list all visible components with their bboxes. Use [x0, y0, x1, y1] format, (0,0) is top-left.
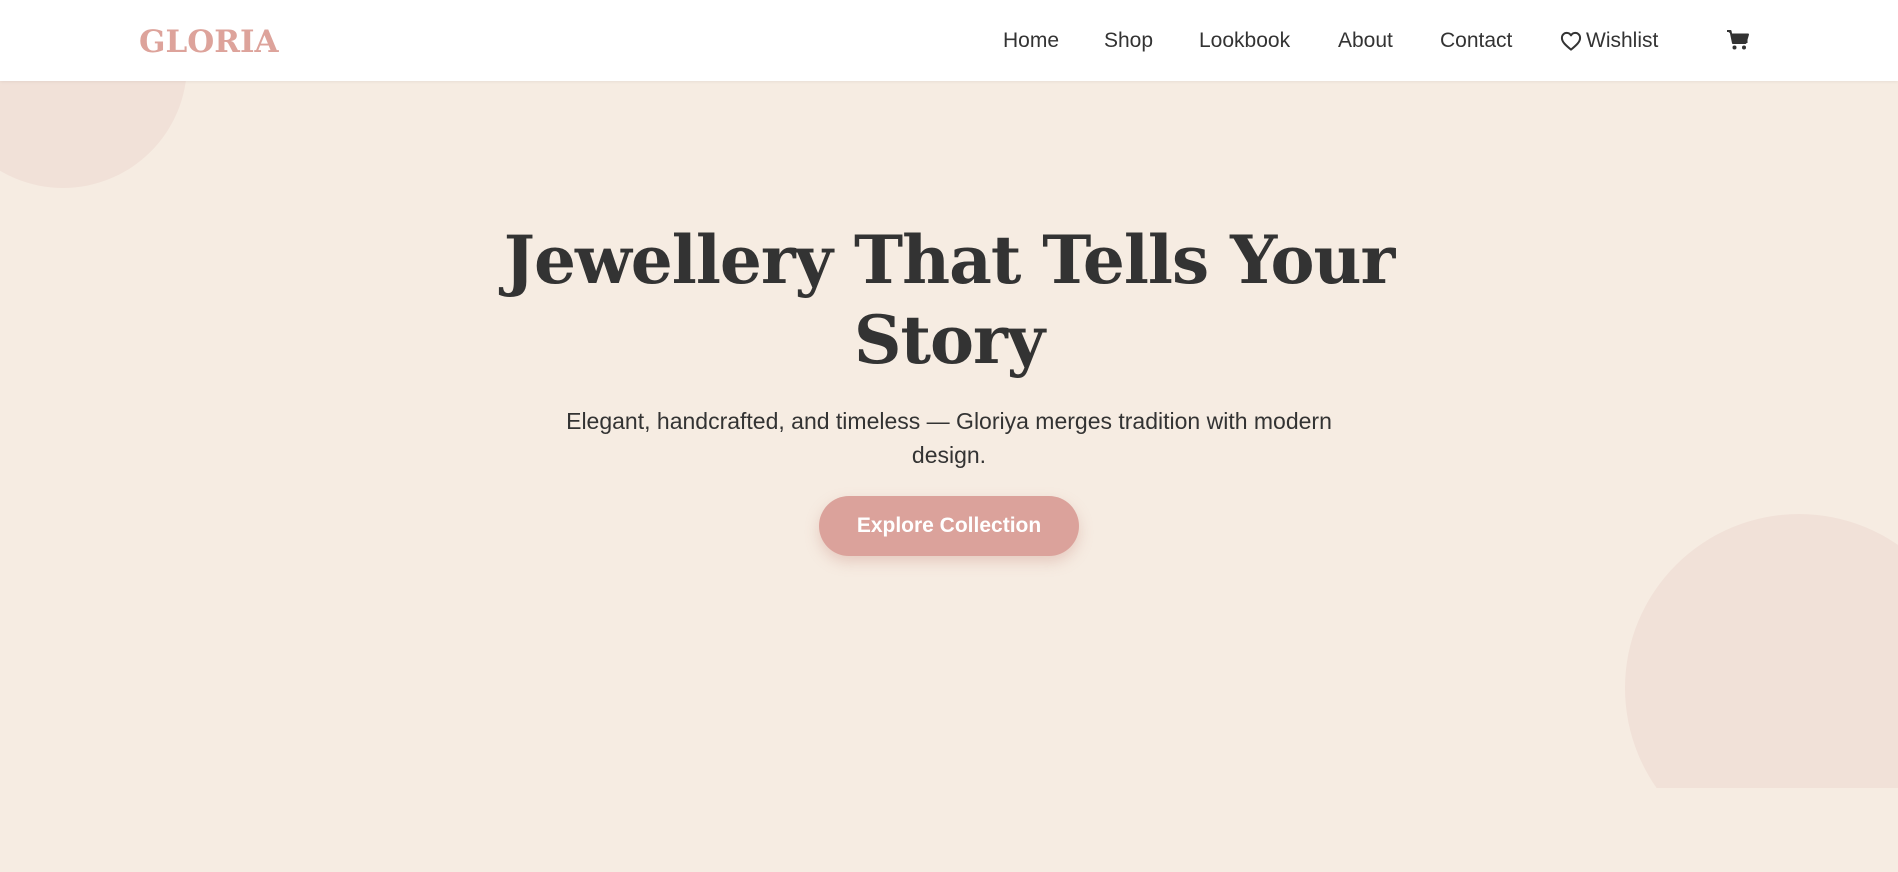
hero-subtitle: Elegant, handcrafted, and timeless — Glo…	[566, 408, 1332, 468]
decorative-circle-bottom-right-shape	[1625, 514, 1898, 788]
nav-link-shop[interactable]: Shop	[1104, 28, 1153, 54]
heart-icon	[1560, 31, 1582, 51]
nav-link-wishlist[interactable]: Wishlist	[1560, 28, 1658, 54]
decorative-circle-bottom-right	[1600, 500, 1898, 788]
brand-logo[interactable]: GLORIA	[139, 20, 279, 64]
nav-link-about[interactable]: About	[1338, 28, 1393, 54]
site-header: GLORIA Home Shop Lookbook About Contact …	[0, 0, 1898, 81]
cart-icon	[1726, 30, 1750, 55]
explore-collection-button[interactable]: Explore Collection	[818, 496, 1080, 556]
nav-link-lookbook[interactable]: Lookbook	[1199, 28, 1290, 54]
wishlist-label: Wishlist	[1586, 29, 1659, 52]
nav-link-contact[interactable]: Contact	[1440, 28, 1512, 54]
hero-section: Jewellery That Tells Your Story Elegant,…	[449, 220, 1449, 556]
nav-link-home[interactable]: Home	[1003, 28, 1059, 54]
cart-button[interactable]	[1726, 29, 1750, 56]
hero-title: Jewellery That Tells Your Story	[503, 221, 1396, 379]
